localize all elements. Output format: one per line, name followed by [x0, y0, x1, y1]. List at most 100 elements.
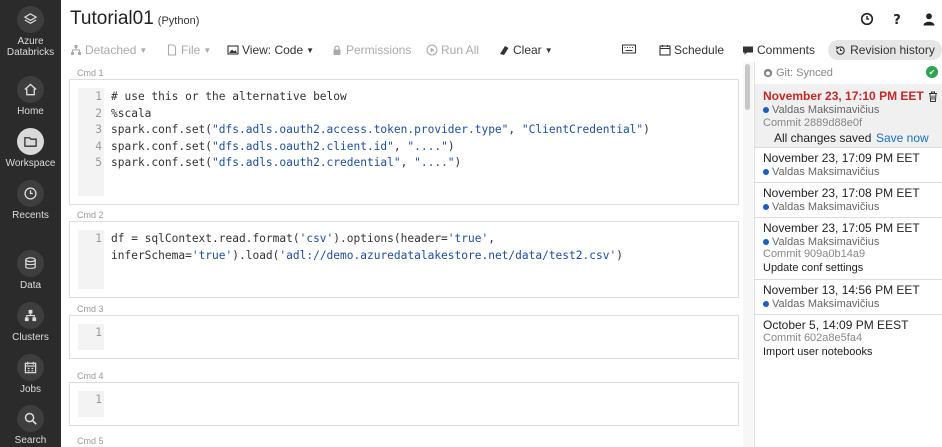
notebook-cells: Cmd 1 1 # use this or the alternative bel…: [61, 62, 745, 447]
sidebar-item-home[interactable]: Home: [0, 76, 61, 117]
comment-icon: [743, 46, 753, 55]
synced-check-icon: ✔: [926, 66, 938, 78]
code-line: inferSchema='true').load('adl://demo.azu…: [111, 248, 623, 262]
revision-history-label: Revision history: [850, 43, 935, 57]
trash-icon[interactable]: [928, 91, 938, 102]
brand-line1: Azure: [17, 36, 44, 47]
lock-icon: [333, 45, 341, 55]
brand-line2: Databricks: [6, 47, 55, 58]
schedule-button[interactable]: Schedule: [659, 43, 724, 57]
sidebar-item-workspace[interactable]: Workspace: [0, 128, 61, 169]
code-line: 1: [95, 326, 102, 339]
revision-item[interactable]: November 13, 14:56 PM EET Valdas Maksima…: [755, 280, 942, 315]
clear-menu-button[interactable]: Clear ▼: [498, 43, 553, 57]
cluster-attach-button[interactable]: Detached ▼: [70, 43, 147, 57]
author-dot: [763, 169, 769, 175]
all-changes-saved-label: All changes saved: [774, 131, 872, 145]
sidebar-item-jobs[interactable]: Jobs: [0, 354, 61, 395]
brand-logo[interactable]: Azure Databricks: [0, 6, 61, 58]
user-icon[interactable]: [922, 12, 936, 26]
view-label: View: Code: [242, 43, 304, 57]
file-icon: [167, 44, 177, 56]
revision-history-panel: Git: Synced ✔ November 23, 17:10 PM EET …: [754, 62, 942, 447]
code-cell-2[interactable]: 1 df = sqlContext.read.format('csv').opti…: [69, 221, 739, 298]
keyboard-icon: [622, 44, 636, 54]
code-lines: 1 # use this or the alternative below 2 %s…: [78, 90, 650, 173]
code-lines: 1 df = sqlContext.read.format('csv').opti…: [78, 232, 623, 265]
revision-item[interactable]: November 23, 17:09 PM EET Valdas Maksima…: [755, 148, 942, 183]
keyboard-shortcuts-button[interactable]: [622, 43, 636, 55]
code-line: 4 spark.conf.set("dfs.adls.oauth2.client.…: [95, 139, 455, 153]
sidebar-item-search[interactable]: Search: [0, 405, 61, 446]
revision-date: October 5, 14:09 PM EEST: [763, 318, 909, 332]
code-cell-3[interactable]: 1: [69, 315, 739, 359]
sidebar-item-label: Recents: [12, 210, 49, 221]
notebook-toolbar: Detached ▼ File ▼ View: Code ▼ Permissio…: [61, 40, 942, 62]
calendar-icon: [17, 354, 44, 381]
clear-label: Clear: [513, 43, 542, 57]
file-menu-button[interactable]: File ▼: [166, 43, 211, 57]
database-icon: [17, 250, 44, 277]
chevron-down-icon: ▼: [203, 45, 212, 55]
notebook-header: Tutorial01 (Python) ?: [61, 0, 942, 40]
code-line: 5 spark.conf.set("dfs.adls.oauth2.credent…: [95, 156, 462, 169]
notebook-scrollbar[interactable]: [743, 62, 753, 447]
cmd-label: Cmd 3: [77, 304, 104, 314]
code-line: 2 %scala: [95, 106, 152, 120]
run-all-label: Run All: [441, 43, 480, 57]
home-icon: [17, 76, 44, 103]
cmd-label: Cmd 2: [77, 210, 104, 220]
permissions-button[interactable]: Permissions: [331, 43, 411, 57]
revision-history-button[interactable]: Revision history: [828, 40, 942, 60]
eraser-icon: [500, 46, 509, 55]
run-all-button[interactable]: Run All: [426, 43, 479, 57]
file-label: File: [181, 43, 201, 57]
code-cell-4[interactable]: 1: [69, 382, 739, 426]
clock-history-icon[interactable]: [860, 12, 874, 26]
sidebar-item-label: Search: [14, 435, 47, 446]
sidebar-item-data[interactable]: Data: [0, 250, 61, 291]
author-dot: [763, 107, 769, 113]
author-dot: [763, 301, 769, 307]
comments-button[interactable]: Comments: [742, 43, 815, 57]
revision-date: November 13, 14:56 PM EET: [763, 283, 920, 297]
git-status[interactable]: Git: Synced: [763, 67, 833, 79]
revision-commit: Commit 909a0b14a9: [763, 248, 866, 260]
databricks-logo-icon: [17, 6, 44, 33]
code-lines: 1: [78, 393, 111, 410]
revision-author: Valdas Maksimavičius: [763, 298, 879, 310]
calendar-icon: [659, 45, 671, 56]
schedule-label: Schedule: [674, 43, 725, 57]
revision-commit: Commit 602a8e5fa4: [763, 332, 863, 344]
code-line: 1 df = sqlContext.read.format('csv').opti…: [95, 232, 495, 245]
image-icon: [227, 45, 239, 55]
sidebar-item-clusters[interactable]: Clusters: [0, 302, 61, 343]
chevron-down-icon: ▼: [306, 45, 315, 55]
permissions-label: Permissions: [346, 43, 412, 57]
code-cell-1[interactable]: 1 # use this or the alternative below 2 %s…: [69, 79, 739, 205]
revision-item[interactable]: November 23, 17:10 PM EET Valdas Maksima…: [755, 84, 942, 148]
revision-item[interactable]: November 23, 17:08 PM EET Valdas Maksima…: [755, 183, 942, 218]
notebook-title[interactable]: Tutorial01 (Python): [70, 8, 199, 30]
cmd-label: Cmd 4: [77, 371, 104, 381]
sidebar-item-label: Workspace: [5, 158, 56, 169]
scrollbar-thumb[interactable]: [745, 64, 750, 110]
revision-message: Update conf settings: [763, 262, 864, 274]
revision-item[interactable]: October 5, 14:09 PM EEST Commit 602a8e5f…: [755, 315, 942, 363]
svg-text:?: ?: [893, 13, 901, 26]
sidebar-item-label: Jobs: [19, 384, 42, 395]
save-now-link[interactable]: Save now: [876, 131, 929, 145]
notebook-language: (Python): [157, 15, 200, 27]
code-line: 1: [95, 393, 102, 406]
help-icon[interactable]: ?: [890, 12, 904, 26]
cmd-label: Cmd 1: [77, 68, 104, 78]
sidebar-item-recents[interactable]: Recents: [0, 180, 61, 221]
revision-item[interactable]: November 23, 17:05 PM EET Valdas Maksima…: [755, 218, 942, 280]
view-menu-button[interactable]: View: Code ▼: [227, 43, 314, 57]
sidebar-item-label: Data: [19, 280, 42, 291]
search-icon: [17, 405, 44, 432]
detached-label: Detached: [85, 43, 137, 57]
revision-author: Valdas Maksimavičius: [763, 104, 879, 116]
revision-author: Valdas Maksimavičius: [763, 201, 879, 213]
play-circle-icon: [426, 44, 438, 56]
